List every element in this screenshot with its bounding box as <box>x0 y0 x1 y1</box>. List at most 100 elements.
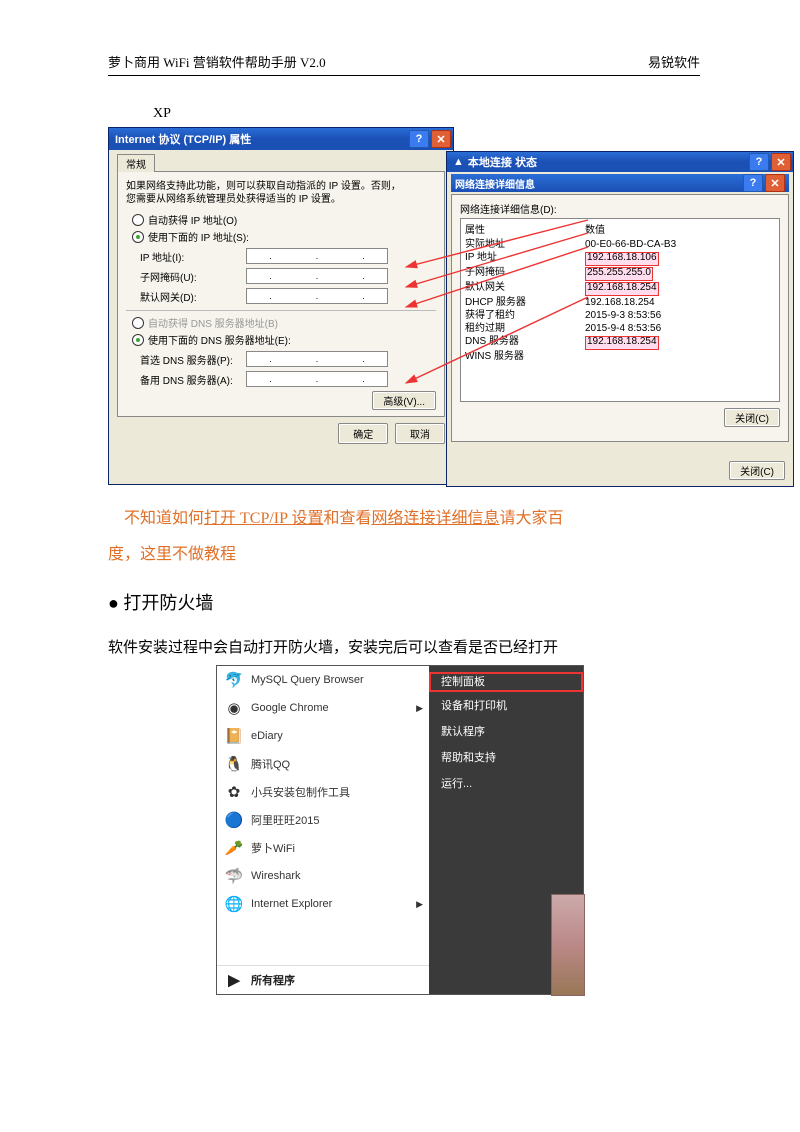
link-netdetails[interactable]: 网络连接详细信息 <box>371 510 499 527</box>
note-paragraph: 不知道如何打开 TCP/IP 设置和查看网络连接详细信息请大家百 度，这里不做教… <box>108 501 692 573</box>
menu-item-control-panel[interactable]: 控制面板 <box>429 672 583 692</box>
radio-auto-ip[interactable]: 自动获得 IP 地址(O) <box>132 212 436 227</box>
dns1-input[interactable]: ... <box>246 351 388 367</box>
status-icon: ▲ <box>453 156 464 168</box>
val-dns: 192.168.18.254 <box>585 336 659 350</box>
tcpip-titlebar: Internet 协议 (TCP/IP) 属性 ? ✕ <box>109 128 453 150</box>
menu-item-chrome[interactable]: ◉Google Chrome▶ <box>217 694 429 722</box>
col-value: 数值 <box>585 221 775 236</box>
prop-lease: 获得了租约 <box>465 309 585 322</box>
radish-icon: 🥕 <box>223 837 245 859</box>
details-titlebar: 网络连接详细信息 ? ✕ <box>451 174 789 192</box>
val-mac: 00-E0-66-BD-CA-B3 <box>585 238 775 251</box>
prop-ip: IP 地址 <box>465 251 585 266</box>
details-close-button[interactable]: 关闭(C) <box>724 408 780 427</box>
menu-item-luobowifi[interactable]: 🥕萝卜WiFi <box>217 834 429 862</box>
radio-icon <box>132 334 144 346</box>
background-photo <box>551 894 585 996</box>
help-button-icon[interactable]: ? <box>409 130 429 148</box>
prop-exp: 租约过期 <box>465 322 585 335</box>
val-mask: 255.255.255.0 <box>585 267 653 281</box>
close-icon[interactable]: ✕ <box>765 174 785 192</box>
menu-item-qq[interactable]: 🐧腾讯QQ <box>217 750 429 778</box>
cancel-button[interactable]: 取消 <box>395 423 445 444</box>
section-heading-firewall: ● 打开防火墙 <box>108 589 692 615</box>
help-button-icon[interactable]: ? <box>749 153 769 171</box>
menu-item-wangwang[interactable]: 🔵阿里旺旺2015 <box>217 806 429 834</box>
tcpip-dialog: Internet 协议 (TCP/IP) 属性 ? ✕ 常规 如果网络支持此功能… <box>108 127 454 485</box>
close-icon[interactable]: ✕ <box>431 130 451 148</box>
prop-gw: 默认网关 <box>465 281 585 296</box>
screenshot-group: Internet 协议 (TCP/IP) 属性 ? ✕ 常规 如果网络支持此功能… <box>108 127 800 487</box>
menu-item-wireshark[interactable]: 🦈Wireshark <box>217 862 429 890</box>
val-exp: 2015-9-4 8:53:56 <box>585 322 775 335</box>
chevron-right-icon: ▶ <box>416 899 423 910</box>
menu-item-help[interactable]: 帮助和支持 <box>429 744 583 770</box>
menu-item-ediary[interactable]: 📔eDiary <box>217 722 429 750</box>
link-tcpip[interactable]: 打开 TCP/IP 设置 <box>204 510 323 527</box>
menu-item-xb[interactable]: ✿小兵安装包制作工具 <box>217 778 429 806</box>
details-list: 属性 数值 实际地址00-E0-66-BD-CA-B3 IP 地址192.168… <box>460 218 780 402</box>
xp-label: XP <box>153 106 692 122</box>
val-lease: 2015-9-3 8:53:56 <box>585 309 775 322</box>
val-gw: 192.168.18.254 <box>585 282 659 296</box>
penguin-icon: 🐧 <box>223 753 245 775</box>
status-title: 本地连接 状态 <box>468 154 537 170</box>
menu-item-default-programs[interactable]: 默认程序 <box>429 718 583 744</box>
prop-mac: 实际地址 <box>465 238 585 251</box>
tab-general[interactable]: 常规 <box>117 154 155 172</box>
radio-icon <box>132 317 144 329</box>
details-label: 网络连接详细信息(D): <box>460 201 780 216</box>
radio-manual-dns[interactable]: 使用下面的 DNS 服务器地址(E): <box>132 332 436 347</box>
close-icon[interactable]: ✕ <box>771 153 791 171</box>
ie-icon: 🌐 <box>223 893 245 915</box>
advanced-button[interactable]: 高级(V)... <box>372 391 436 410</box>
col-property: 属性 <box>465 221 585 236</box>
val-dhcp: 192.168.18.254 <box>585 296 775 309</box>
chevron-right-icon: ▶ <box>223 969 245 991</box>
menu-item-all-programs[interactable]: ▶所有程序 <box>217 965 429 994</box>
start-menu-left: 🐬MySQL Query Browser ◉Google Chrome▶ 📔eD… <box>217 666 429 994</box>
val-ip: 192.168.18.106 <box>585 252 659 266</box>
ip-input[interactable]: ... <box>246 248 388 264</box>
dns2-label: 备用 DNS 服务器(A): <box>140 372 246 387</box>
prop-dns: DNS 服务器 <box>465 335 585 350</box>
start-menu: 🐬MySQL Query Browser ◉Google Chrome▶ 📔eD… <box>216 665 584 995</box>
gw-label: 默认网关(D): <box>140 289 246 304</box>
status-close-button[interactable]: 关闭(C) <box>729 461 785 480</box>
book-icon: 📔 <box>223 725 245 747</box>
chevron-right-icon: ▶ <box>416 703 423 714</box>
doc-header-left: 萝卜商用 WiFi 营销软件帮助手册 V2.0 <box>108 52 326 71</box>
gateway-input[interactable]: ... <box>246 288 388 304</box>
prop-dhcp: DHCP 服务器 <box>465 296 585 309</box>
dns1-label: 首选 DNS 服务器(P): <box>140 352 246 367</box>
bullet-icon: ● <box>108 593 119 613</box>
mask-label: 子网掩码(U): <box>140 269 246 284</box>
menu-item-ie[interactable]: 🌐Internet Explorer▶ <box>217 890 429 918</box>
radio-icon <box>132 231 144 243</box>
ip-label: IP 地址(I): <box>140 249 246 264</box>
mask-input[interactable]: ... <box>246 268 388 284</box>
radio-icon <box>132 214 144 226</box>
status-dialog: ▲ 本地连接 状态 ? ✕ 网络连接详细信息 ? ✕ 网络连接详细信息(D): <box>446 151 794 487</box>
help-button-icon[interactable]: ? <box>743 174 763 192</box>
menu-item-mysql[interactable]: 🐬MySQL Query Browser <box>217 666 429 694</box>
menu-item-devices[interactable]: 设备和打印机 <box>429 692 583 718</box>
dns2-input[interactable]: ... <box>246 371 388 387</box>
fin-icon: 🦈 <box>223 865 245 887</box>
ok-button[interactable]: 确定 <box>338 423 388 444</box>
dolphin-icon: 🐬 <box>223 669 245 691</box>
tcpip-title: Internet 协议 (TCP/IP) 属性 <box>115 131 251 147</box>
chrome-icon: ◉ <box>223 697 245 719</box>
wangwang-icon: 🔵 <box>223 809 245 831</box>
firewall-text: 软件安装过程中会自动打开防火墙，安装完后可以查看是否已经打开 <box>108 637 692 659</box>
prop-wins: WINS 服务器 <box>465 350 585 363</box>
header-rule <box>108 74 700 76</box>
radio-auto-dns: 自动获得 DNS 服务器地址(B) <box>132 315 436 330</box>
prop-mask: 子网掩码 <box>465 266 585 281</box>
menu-item-run[interactable]: 运行... <box>429 770 583 796</box>
flower-icon: ✿ <box>223 781 245 803</box>
doc-header-right: 易锐软件 <box>648 52 700 71</box>
radio-manual-ip[interactable]: 使用下面的 IP 地址(S): <box>132 229 436 244</box>
val-wins <box>585 350 775 363</box>
